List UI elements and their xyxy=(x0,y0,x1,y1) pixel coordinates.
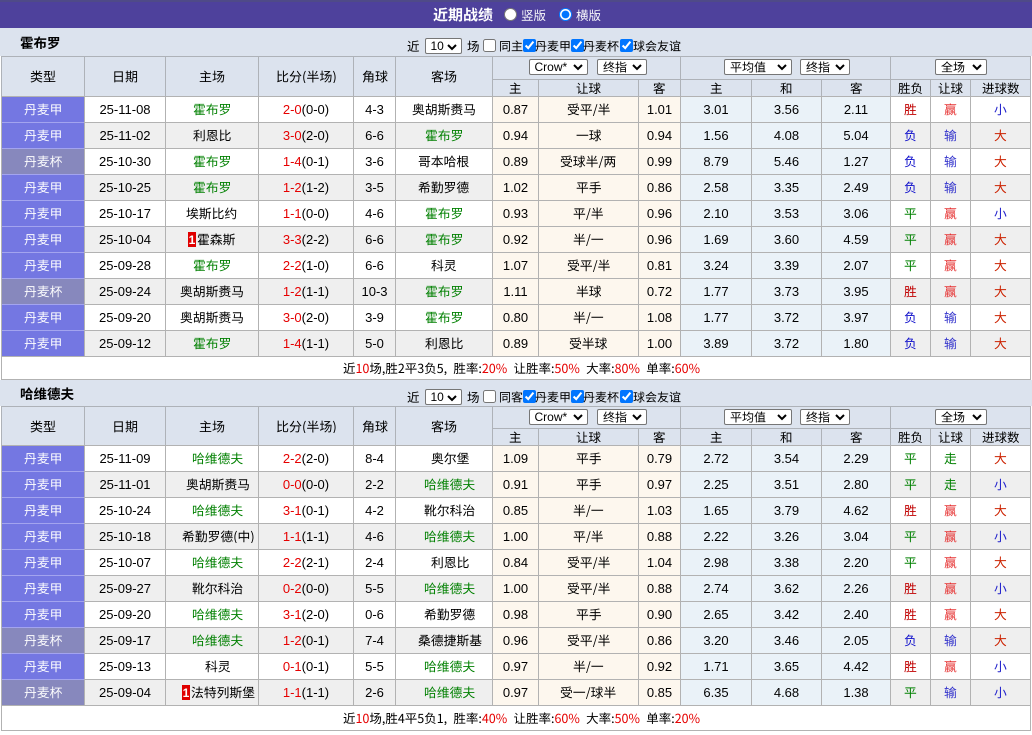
svg-text:1: 1 xyxy=(182,686,189,700)
svg-text:1: 1 xyxy=(189,233,196,247)
